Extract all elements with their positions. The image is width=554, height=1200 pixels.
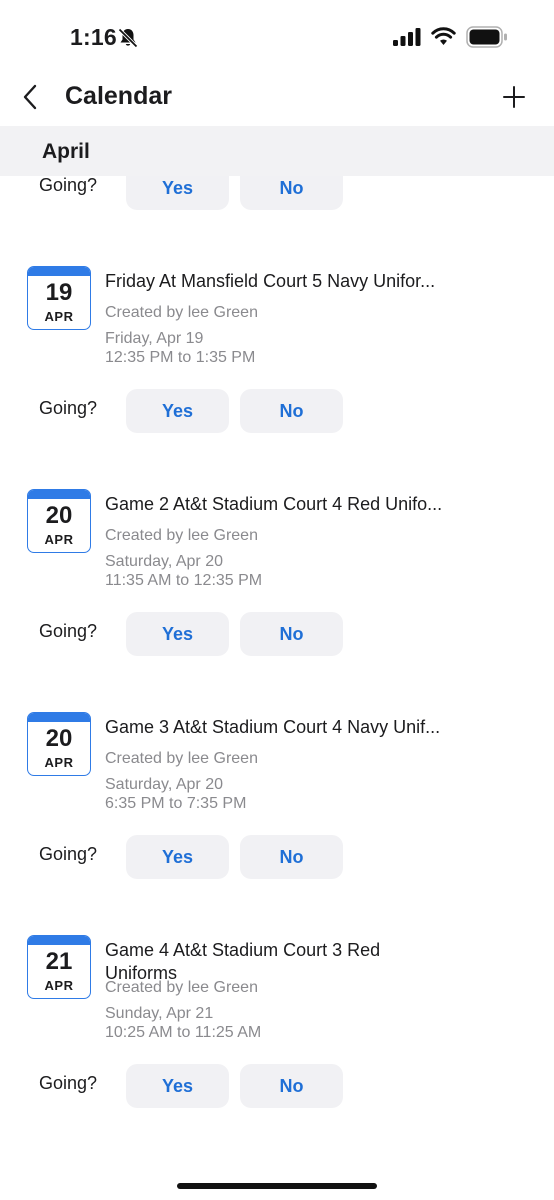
event-day: 20: [45, 502, 73, 529]
yes-button[interactable]: Yes: [126, 835, 229, 879]
no-button[interactable]: No: [240, 389, 343, 433]
no-button[interactable]: No: [240, 612, 343, 656]
event-item[interactable]: 21 APR Game 4 At&t Stadium Court 3 Red U…: [0, 935, 554, 1045]
event-creator: Created by lee Green: [105, 304, 258, 321]
event-time: 6:35 PM to 7:35 PM: [105, 795, 247, 812]
event-item[interactable]: 20 APR Game 2 At&t Stadium Court 4 Red U…: [0, 489, 554, 599]
status-time: 1:16: [70, 24, 117, 50]
going-label: Going?: [39, 844, 98, 864]
plus-icon[interactable]: [501, 84, 527, 110]
event-item[interactable]: 20 APR Game 3 At&t Stadium Court 4 Navy …: [0, 712, 554, 822]
event-month: APR: [44, 309, 74, 324]
rsvp-row: Going? Yes No: [0, 389, 554, 433]
wifi-icon: [431, 27, 456, 45]
event-creator: Created by lee Green: [105, 979, 258, 996]
event-item[interactable]: 19 APR Friday At Mansfield Court 5 Navy …: [0, 266, 554, 376]
chevron-left-icon[interactable]: [18, 82, 44, 112]
event-date: Sunday, Apr 21: [105, 1005, 214, 1022]
event-day: 21: [45, 948, 73, 975]
section-header: April: [0, 126, 554, 176]
event-creator: Created by lee Green: [105, 750, 258, 767]
event-title: Game 2 At&t Stadium Court 4 Red Unifo...: [105, 494, 443, 514]
calendar-date-badge: 21 APR: [27, 935, 91, 999]
rsvp-row: Going? Yes No: [0, 835, 554, 879]
event-title: Game 3 At&t Stadium Court 4 Navy Unif...: [105, 717, 441, 737]
event-title: Friday At Mansfield Court 5 Navy Unifor.…: [105, 271, 436, 291]
event-day: 19: [45, 279, 73, 306]
event-list[interactable]: April Going? Yes No 19 APR Friday At Man…: [0, 126, 554, 1176]
rsvp-row: Going? Yes No: [0, 1064, 554, 1108]
page-title: Calendar: [65, 82, 172, 110]
battery-icon: [466, 26, 507, 48]
cellular-signal-icon: [393, 28, 421, 46]
nav-bar: Calendar: [0, 74, 554, 126]
event-time: 10:25 AM to 11:25 AM: [105, 1024, 262, 1041]
home-indicator[interactable]: [177, 1183, 377, 1189]
yes-button[interactable]: Yes: [126, 612, 229, 656]
event-time: 11:35 AM to 12:35 PM: [105, 572, 263, 589]
going-label: Going?: [39, 398, 98, 418]
calendar-date-badge: 20 APR: [27, 712, 91, 776]
yes-button[interactable]: Yes: [126, 1064, 229, 1108]
event-date: Saturday, Apr 20: [105, 776, 223, 793]
event-month: APR: [44, 532, 74, 547]
calendar-date-badge: 20 APR: [27, 489, 91, 553]
no-button[interactable]: No: [240, 835, 343, 879]
event-time: 12:35 PM to 1:35 PM: [105, 349, 256, 366]
event-day: 20: [45, 725, 73, 752]
event-date: Friday, Apr 19: [105, 330, 204, 347]
event-creator: Created by lee Green: [105, 527, 258, 544]
yes-button[interactable]: Yes: [126, 389, 229, 433]
calendar-date-badge: 19 APR: [27, 266, 91, 330]
event-date: Saturday, Apr 20: [105, 553, 223, 570]
going-label: Going?: [39, 175, 98, 195]
event-month: APR: [44, 978, 74, 993]
section-title: April: [42, 140, 90, 163]
no-button[interactable]: No: [240, 1064, 343, 1108]
rsvp-row: Going? Yes No: [0, 612, 554, 656]
status-bar: 1:16: [0, 0, 554, 74]
going-label: Going?: [39, 1073, 98, 1093]
going-label: Going?: [39, 621, 98, 641]
event-month: APR: [44, 755, 74, 770]
bell-slash-icon: [118, 28, 138, 48]
